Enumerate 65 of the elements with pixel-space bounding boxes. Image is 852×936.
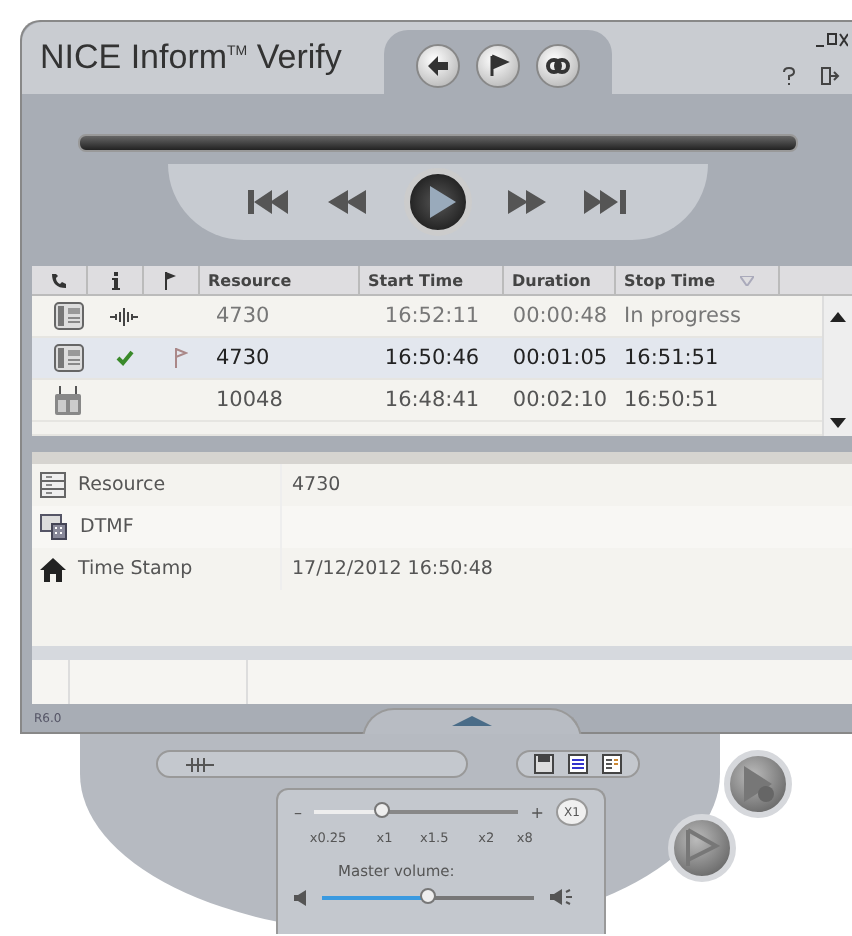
sort-icon: [739, 275, 754, 285]
scroll-down-icon[interactable]: [830, 418, 846, 428]
detail-label: Time Stamp: [78, 558, 193, 580]
seek-bar[interactable]: [77, 134, 797, 152]
help-icon[interactable]: [782, 65, 796, 85]
rewind-icon[interactable]: [327, 190, 367, 214]
radio-icon: [54, 385, 82, 415]
table-row[interactable]: 10048 16:48:41 00:02:10 16:50:51: [32, 380, 822, 422]
desk-phone-icon: [53, 344, 83, 372]
flag-icon: [680, 826, 724, 870]
settings-button[interactable]: [724, 750, 792, 818]
window-title: NICE Inform$^{TM}$ Verify: [38, 38, 344, 78]
desk-phone-icon: [53, 302, 83, 330]
volume-low-icon[interactable]: [294, 889, 306, 905]
table-cell-text: 16:50:46: [382, 346, 482, 370]
table-cell-text: 10048: [214, 388, 285, 412]
flag-icon[interactable]: [476, 44, 520, 88]
keypad-icon: [40, 514, 68, 540]
list-icon[interactable]: [568, 754, 588, 774]
table-cell-text: 4730: [214, 346, 272, 370]
return-icon[interactable]: [416, 44, 460, 88]
column-header[interactable]: Start Time: [360, 266, 504, 294]
table-cell-text: 00:01:05: [510, 346, 610, 370]
exit-icon[interactable]: [820, 65, 840, 85]
detail-value: 17/12/2012 16:50:48: [292, 558, 493, 580]
link-icon[interactable]: [536, 44, 580, 88]
column-header[interactable]: Stop Time: [616, 266, 780, 294]
marker-bar[interactable]: [156, 750, 468, 778]
flag-button[interactable]: [668, 814, 736, 882]
table-cell-text: 00:00:48: [510, 304, 610, 328]
flag-icon: [164, 271, 178, 289]
info-icon: [109, 271, 121, 289]
volume-high-icon[interactable]: [550, 888, 572, 906]
window-controls-icon[interactable]: [816, 31, 848, 47]
server-icon: [40, 472, 66, 498]
minus-label: –: [294, 803, 302, 821]
table-cell-text: 16:51:51: [622, 346, 721, 370]
table-row[interactable]: 4730 16:50:46 00:01:05 16:51:51: [32, 338, 822, 380]
save-icon[interactable]: [534, 754, 554, 774]
scroll-up-icon[interactable]: [830, 312, 846, 322]
table-cell-text: 16:50:51: [622, 388, 721, 412]
table-cell-text: In progress: [622, 304, 743, 328]
detail-label: DTMF: [80, 516, 134, 538]
table-cell-text: 00:02:10: [510, 388, 610, 412]
triangle-up-icon: [452, 716, 492, 726]
fast-forward-icon[interactable]: [507, 190, 547, 214]
details-icon[interactable]: [602, 754, 622, 774]
markers-icon: [186, 757, 214, 771]
scrollbar[interactable]: [822, 296, 852, 436]
column-header[interactable]: Duration: [504, 266, 616, 294]
skip-back-icon[interactable]: [247, 190, 291, 214]
table-cell-text: 4730: [214, 304, 272, 328]
slider-thumb[interactable]: [420, 887, 436, 903]
slider-thumb[interactable]: [373, 802, 390, 818]
skip-forward-icon[interactable]: [583, 190, 627, 214]
house-icon: [40, 557, 66, 581]
detail-value: 4730: [292, 474, 341, 496]
phone-icon: [50, 271, 68, 289]
detail-label: Resource: [78, 474, 166, 496]
plus-label: +: [530, 803, 544, 821]
play-icon: [427, 186, 455, 218]
table-cell-text: 16:48:41: [382, 388, 482, 412]
column-header[interactable]: Resource: [200, 266, 360, 294]
table-cell-text: 16:52:11: [382, 304, 482, 328]
play-button[interactable]: [403, 168, 471, 236]
